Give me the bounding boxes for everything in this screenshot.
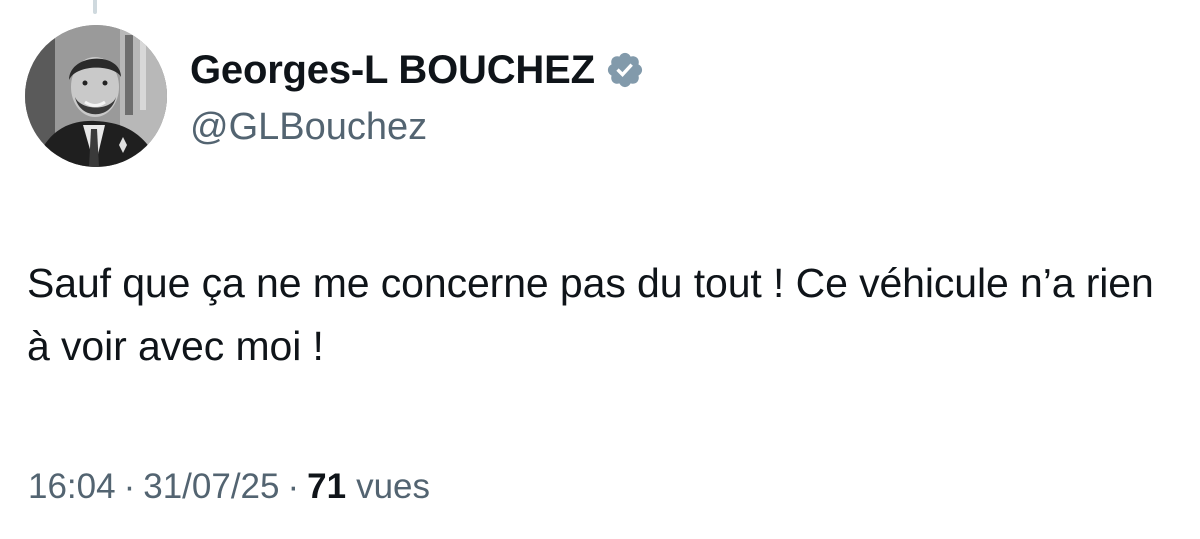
tweet-time[interactable]: 16:04 [28,467,116,507]
tweet-text: Sauf que ça ne me concerne pas du tout !… [27,260,1154,369]
author-handle[interactable]: @GLBouchez [190,106,645,149]
thread-connector-line [93,0,97,14]
meta-separator: · [123,467,136,506]
tweet-date[interactable]: 31/07/25 [143,467,279,507]
tweet-author: Georges-L BOUCHEZ @GLBouchez [190,44,645,149]
verified-badge-icon[interactable] [605,50,645,90]
views-label: vues [356,467,431,506]
author-display-name[interactable]: Georges-L BOUCHEZ [190,48,595,93]
avatar[interactable] [25,25,167,167]
avatar-photo [25,25,167,167]
views-count[interactable]: 71 [307,467,346,507]
meta-separator: · [287,467,300,506]
name-row: Georges-L BOUCHEZ [190,44,645,96]
tweet-metadata: 16:04 · 31/07/25 · 71 vues [28,467,430,507]
